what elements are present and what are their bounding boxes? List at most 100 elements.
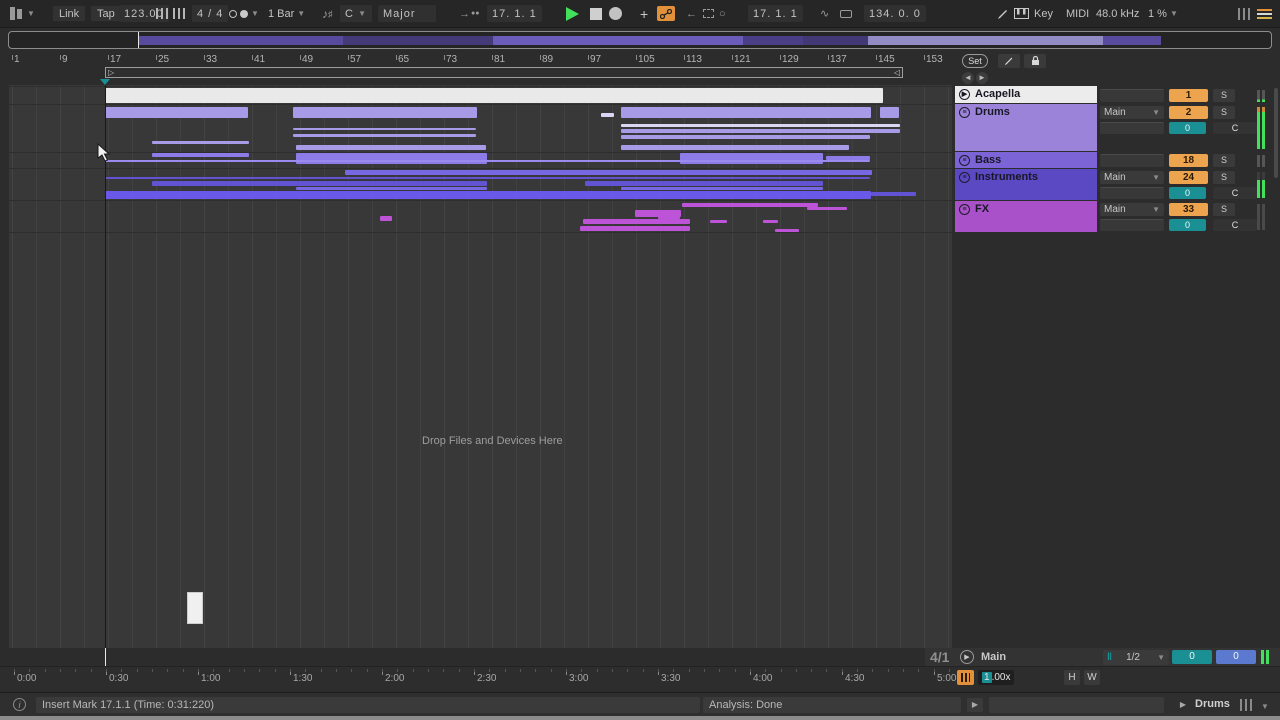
track-header-fx[interactable]: ≡ FX (955, 201, 1097, 232)
loop-start-field[interactable]: 17. 1. 1 (748, 5, 803, 22)
tap-tempo-button[interactable]: Tap (90, 5, 122, 22)
nudge-down-button[interactable] (156, 5, 169, 22)
fx-solo-button[interactable]: S (1213, 203, 1235, 216)
audition-mode-button[interactable] (957, 670, 974, 685)
fx-send-slot[interactable] (1100, 219, 1164, 231)
clip[interactable] (152, 181, 487, 186)
clip[interactable] (601, 113, 614, 117)
clip[interactable] (152, 141, 249, 144)
clip[interactable] (105, 160, 870, 162)
scroll-left-button[interactable]: ◄ (962, 72, 974, 84)
drums-track-number[interactable]: 2 (1169, 106, 1208, 119)
vertical-scrollbar[interactable] (1274, 88, 1278, 178)
fx-crossfade-button[interactable]: C (1213, 219, 1257, 231)
track-header-instruments[interactable]: ≡ Instruments (955, 169, 1097, 200)
optimize-width-button[interactable]: W (1084, 670, 1100, 685)
clip[interactable] (105, 177, 870, 179)
clip[interactable] (296, 145, 486, 150)
optimize-height-button[interactable]: H (1064, 670, 1080, 685)
play-circle-icon[interactable]: ▶ (960, 650, 974, 664)
key-root-selector[interactable]: C▼ (340, 5, 372, 22)
hamburger-menu-button[interactable] (1257, 7, 1272, 24)
selected-track-label[interactable]: Drums (1195, 698, 1230, 710)
scroll-right-button[interactable]: ► (976, 72, 988, 84)
nudge-up-button[interactable] (173, 5, 186, 22)
instruments-pan-value[interactable]: 0 (1169, 187, 1206, 199)
drums-send-slot[interactable] (1100, 122, 1164, 134)
grid-division-label[interactable]: 4/1 (930, 649, 949, 665)
follow-button[interactable]: →●● (459, 5, 479, 22)
pencil-button[interactable] (998, 54, 1020, 68)
re-enable-automation-button[interactable]: ○ (719, 5, 726, 22)
chevron-down-icon[interactable]: ▼ (1261, 702, 1269, 711)
stop-button[interactable] (590, 5, 602, 22)
arrangement-overview[interactable] (8, 31, 1272, 49)
instruments-crossfade-button[interactable]: C (1213, 187, 1257, 199)
clip[interactable] (763, 220, 778, 223)
scale-icon[interactable]: ♪♯ (322, 5, 333, 22)
computer-midi-keyboard-button[interactable] (1014, 5, 1029, 22)
time-signature-field[interactable]: 4 / 4 (192, 5, 228, 22)
cpu-load-meter[interactable]: 1 %▼ (1148, 5, 1178, 22)
bass-track-number[interactable]: 18 (1169, 154, 1208, 167)
key-scale-selector[interactable]: Major (378, 5, 436, 22)
acapella-routing-slot[interactable] (1100, 89, 1164, 102)
clip[interactable] (621, 107, 871, 118)
clip[interactable] (710, 220, 727, 223)
play-button[interactable] (566, 5, 579, 22)
clip[interactable] (880, 107, 899, 118)
bass-routing-slot[interactable] (1100, 154, 1164, 167)
clip[interactable] (293, 128, 476, 130)
time-ruler[interactable]: 0:000:301:001:302:002:303:003:304:004:30… (0, 666, 1280, 688)
preview-play-button[interactable]: ▶ (967, 698, 983, 712)
clip[interactable] (380, 216, 392, 221)
midi-map-mode-button[interactable]: MIDI (1066, 5, 1089, 22)
acapella-track-number[interactable]: 1 (1169, 89, 1208, 102)
clip[interactable] (293, 107, 477, 118)
arrangement-position-field[interactable]: 17. 1. 1 (487, 5, 542, 22)
insert-marker-top-icon[interactable] (100, 79, 110, 85)
clip[interactable] (152, 153, 249, 157)
preferences-button[interactable]: ▼ (10, 5, 35, 22)
clip[interactable] (105, 88, 883, 103)
clip[interactable] (621, 187, 823, 190)
instruments-send-slot[interactable] (1100, 187, 1164, 199)
set-button[interactable]: Set (962, 54, 988, 68)
punch-in-icon[interactable]: ∿ (820, 5, 829, 22)
clip[interactable] (580, 226, 690, 231)
instruments-solo-button[interactable]: S (1213, 171, 1235, 184)
fx-pan-value[interactable]: 0 (1169, 219, 1206, 231)
drums-solo-button[interactable]: S (1213, 106, 1235, 119)
clip[interactable] (585, 181, 823, 186)
drums-routing-selector[interactable]: Main▼ (1100, 106, 1164, 119)
playback-speed-field[interactable]: 1.00x (978, 670, 1014, 685)
new-midi-track-button[interactable]: + (640, 5, 648, 22)
instruments-routing-selector[interactable]: Main▼ (1100, 171, 1164, 184)
main-volume-value[interactable]: 0 (1216, 650, 1256, 664)
clip[interactable] (296, 187, 487, 190)
clip[interactable] (621, 129, 900, 133)
clip[interactable] (682, 203, 818, 207)
fx-track-number[interactable]: 33 (1169, 203, 1208, 216)
clip[interactable] (621, 135, 870, 139)
lock-button[interactable] (1024, 54, 1046, 68)
clip[interactable] (775, 229, 799, 232)
draw-mode-button[interactable] (997, 5, 1009, 22)
loop-length-field[interactable]: 134. 0. 0 (864, 5, 926, 22)
clip[interactable] (807, 207, 847, 210)
clip[interactable] (105, 107, 248, 118)
track-header-acapella[interactable]: ▶ Acapella (955, 86, 1097, 103)
track-preview-play-button[interactable]: ▶ (1175, 698, 1191, 712)
beat-time-ruler[interactable]: 1917253341495765738189971051131211291371… (0, 52, 1280, 85)
session-automation-button[interactable] (703, 5, 714, 22)
record-button[interactable] (609, 5, 622, 22)
drums-crossfade-button[interactable]: C (1213, 122, 1257, 134)
capture-back-arrow-button[interactable]: ← (686, 5, 697, 22)
key-map-mode-button[interactable]: Key (1034, 5, 1053, 22)
acapella-solo-button[interactable]: S (1213, 89, 1235, 102)
quantize-menu[interactable]: 1 Bar▼ (268, 5, 305, 22)
clip[interactable] (585, 170, 872, 175)
clip[interactable] (621, 145, 849, 150)
clip[interactable] (583, 219, 690, 224)
bass-solo-button[interactable]: S (1213, 154, 1235, 167)
